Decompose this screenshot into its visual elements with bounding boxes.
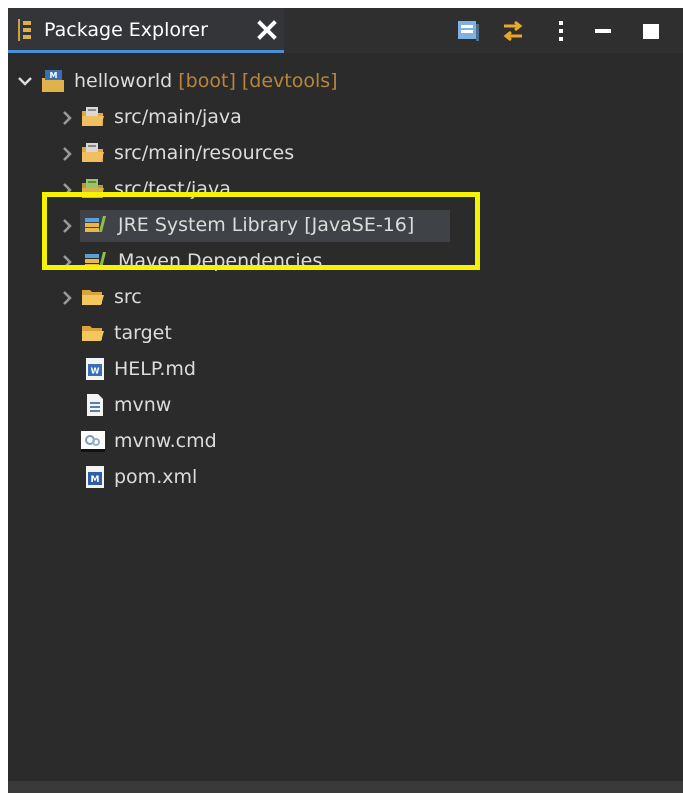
tree-row-src-main-resources[interactable]: src/main/resources [8,136,683,172]
maven-project-icon: M [40,68,66,94]
close-icon[interactable] [256,19,278,41]
test-source-folder-icon [80,176,106,202]
tree-item-label: src/main/java [114,106,242,128]
package-explorer-icon [18,19,32,41]
text-file-icon [82,392,108,418]
view-bottom-border [8,781,683,793]
source-folder-icon [80,140,106,166]
link-with-editor-icon[interactable] [500,18,526,44]
project-name-text: helloworld [74,70,173,92]
chevron-right-icon[interactable] [58,252,76,272]
maximize-icon[interactable] [638,18,664,44]
tree-row-help-md[interactable]: W HELP.md [8,352,683,388]
tab-title: Package Explorer [44,19,208,41]
tree-row-project[interactable]: M helloworld [boot] [devtools] [8,64,683,100]
tree-row-mvnw[interactable]: mvnw [8,388,683,424]
project-name: helloworld [boot] [devtools] [74,68,338,94]
tree-item-label: pom.xml [114,466,198,488]
tree-item-label: src/test/java [114,178,231,200]
chevron-right-icon[interactable] [58,108,76,128]
chevron-right-icon[interactable] [58,144,76,164]
view-menu-icon[interactable] [548,18,574,44]
view-tab-bar: Package Explorer [8,8,683,53]
chevron-right-icon[interactable] [58,180,76,200]
tree-row-jre-system-library[interactable]: JRE System Library [JavaSE-16] [8,208,683,244]
tree-row-mvnw-cmd[interactable]: mvnw.cmd [8,424,683,460]
tree-item-label: target [114,322,172,344]
minimize-icon[interactable] [590,18,616,44]
tab-package-explorer[interactable]: Package Explorer [8,8,284,53]
library-icon [84,248,110,274]
tree-row-src-main-java[interactable]: src/main/java [8,100,683,136]
package-explorer-view: Package Explorer M helloworld [boot] [de… [8,8,683,793]
tree-row-pom-xml[interactable]: M pom.xml [8,460,683,496]
tree-item-label: mvnw [114,394,172,416]
svg-text:M: M [50,71,58,80]
project-decorations: [boot] [devtools] [172,70,338,92]
tree-item-label: src/main/resources [114,142,295,164]
tree-row-target[interactable]: target [8,316,683,352]
tree-item-label: mvnw.cmd [114,430,217,452]
tree-item-label: Maven Dependencies [118,250,323,272]
maven-pom-icon: M [82,464,108,490]
folder-icon [80,320,106,346]
word-file-icon: W [82,356,108,382]
collapse-all-icon[interactable] [455,18,481,44]
folder-icon [80,284,106,310]
svg-text:W: W [91,367,100,376]
cmd-file-icon [80,428,106,454]
tree-item-label: HELP.md [114,358,196,380]
tree-item-label: src [114,286,142,308]
tree-row-maven-dependencies[interactable]: Maven Dependencies [8,244,683,280]
chevron-right-icon[interactable] [58,288,76,308]
svg-text:M: M [91,475,100,485]
tree-item-label: JRE System Library [JavaSE-16] [118,214,415,236]
chevron-right-icon[interactable] [58,216,76,236]
chevron-down-icon[interactable] [16,72,34,92]
library-icon [84,212,110,238]
source-folder-icon [80,104,106,130]
tree-row-src-test-java[interactable]: src/test/java [8,172,683,208]
tree-row-src[interactable]: src [8,280,683,316]
